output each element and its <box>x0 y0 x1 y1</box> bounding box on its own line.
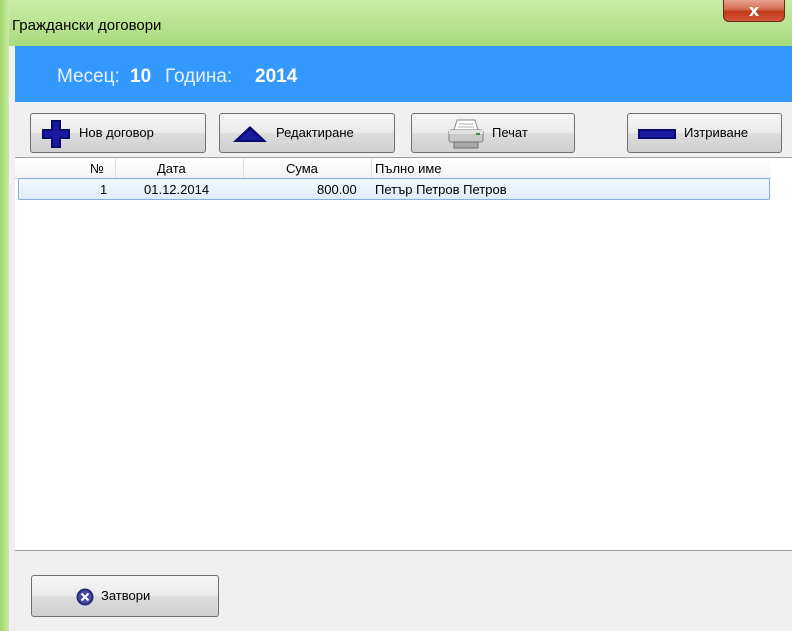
edit-button[interactable]: Редактиране <box>219 113 395 153</box>
close-form-button[interactable]: Затвори <box>31 575 219 617</box>
year-value: 2014 <box>255 66 298 87</box>
column-header-full-name[interactable]: Пълно име <box>375 161 442 176</box>
column-header-date[interactable]: Дата <box>157 161 186 176</box>
close-icon: x <box>748 1 760 20</box>
column-separator <box>243 158 244 178</box>
table-row[interactable]: 1 01.12.2014 800.00 Петър Петров Петров <box>18 178 770 200</box>
close-form-label: Затвори <box>101 588 151 603</box>
edit-label: Редактиране <box>276 125 354 140</box>
new-contract-button[interactable]: Нов договор <box>30 113 206 153</box>
month-value: 10 <box>130 66 152 87</box>
minus-icon <box>638 129 676 139</box>
window-close-button[interactable]: x <box>723 0 785 22</box>
main-window: Граждански договори x Месец: 10 Година: … <box>0 0 792 631</box>
footer-divider <box>15 550 792 551</box>
column-header-number[interactable]: № <box>90 161 104 176</box>
title-bar[interactable]: Граждански договори x <box>9 0 792 46</box>
delete-button[interactable]: Изтриване <box>627 113 782 153</box>
contracts-table[interactable]: № Дата Сума Пълно име 1 01.12.2014 800.0… <box>15 157 792 550</box>
cell-number: 1 <box>100 182 108 197</box>
plus-icon <box>42 120 70 148</box>
month-label: Месец: <box>57 66 120 87</box>
print-label: Печат <box>492 125 528 140</box>
cell-date: 01.12.2014 <box>144 182 210 197</box>
window-frame-left <box>0 0 9 631</box>
triangle-up-icon <box>233 126 267 142</box>
column-separator <box>115 158 116 178</box>
printer-icon <box>448 119 484 149</box>
delete-label: Изтриване <box>684 125 749 140</box>
x-circle-icon <box>76 588 94 606</box>
cell-amount: 800.00 <box>317 182 357 197</box>
period-header: Месец: 10 Година: 2014 <box>15 46 792 102</box>
window-title: Граждански договори <box>12 17 162 34</box>
table-header: № Дата Сума Пълно име <box>15 158 771 179</box>
new-contract-label: Нов договор <box>79 125 154 140</box>
toolbar: Нов договор Редактиране Печат Изтриване <box>15 102 792 157</box>
cell-full-name: Петър Петров Петров <box>375 182 507 197</box>
print-button[interactable]: Печат <box>411 113 575 153</box>
column-separator <box>371 158 372 178</box>
year-label: Година: <box>165 66 233 87</box>
form-client-area: Месец: 10 Година: 2014 Нов договор Редак… <box>15 46 792 631</box>
column-header-amount[interactable]: Сума <box>286 161 318 176</box>
